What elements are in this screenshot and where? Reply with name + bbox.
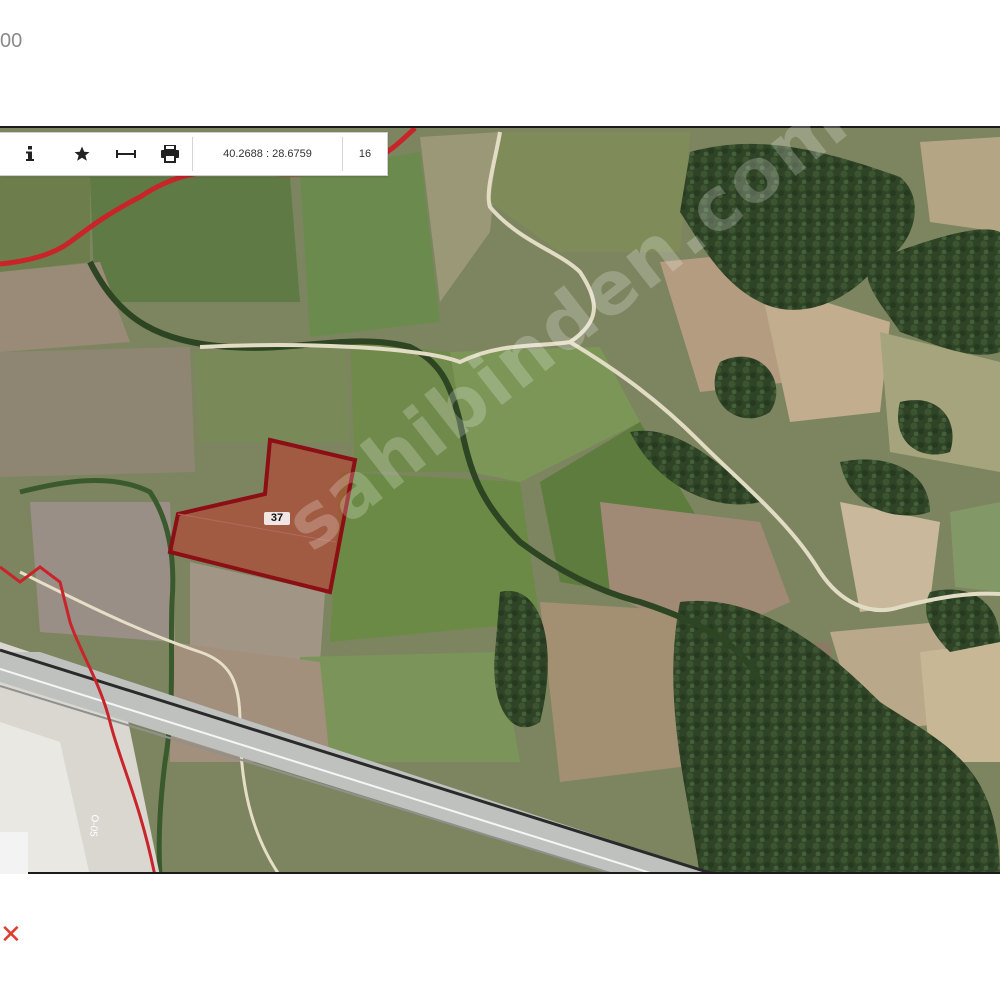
- printer-icon: [161, 145, 179, 163]
- zoom-level: 16: [358, 148, 372, 160]
- field: [300, 652, 520, 762]
- favorite-button[interactable]: [60, 133, 104, 175]
- field: [90, 177, 300, 302]
- field: [920, 137, 1000, 232]
- field: [195, 347, 350, 442]
- info-icon: [26, 146, 34, 161]
- star-icon: [74, 146, 90, 161]
- field: [950, 502, 1000, 592]
- print-button[interactable]: [148, 133, 192, 175]
- field: [30, 502, 175, 642]
- map-imagery: [0, 128, 1000, 872]
- map-toolbar: 40.2688 : 28.6759 16: [0, 132, 388, 176]
- field: [300, 152, 440, 337]
- info-button[interactable]: [0, 133, 60, 175]
- measure-icon: [116, 150, 136, 158]
- close-icon[interactable]: ✕: [0, 920, 22, 950]
- map-edge-panel: [0, 832, 28, 874]
- field: [0, 177, 90, 272]
- satellite-map[interactable]: [0, 126, 1000, 874]
- field: [0, 347, 195, 477]
- measure-button[interactable]: [104, 133, 148, 175]
- coordinate-readout: 40.2688 : 28.6759: [223, 148, 312, 160]
- header-text: 00: [0, 30, 23, 52]
- parcel-label[interactable]: 37: [264, 512, 290, 525]
- road-number: O-05: [87, 814, 100, 838]
